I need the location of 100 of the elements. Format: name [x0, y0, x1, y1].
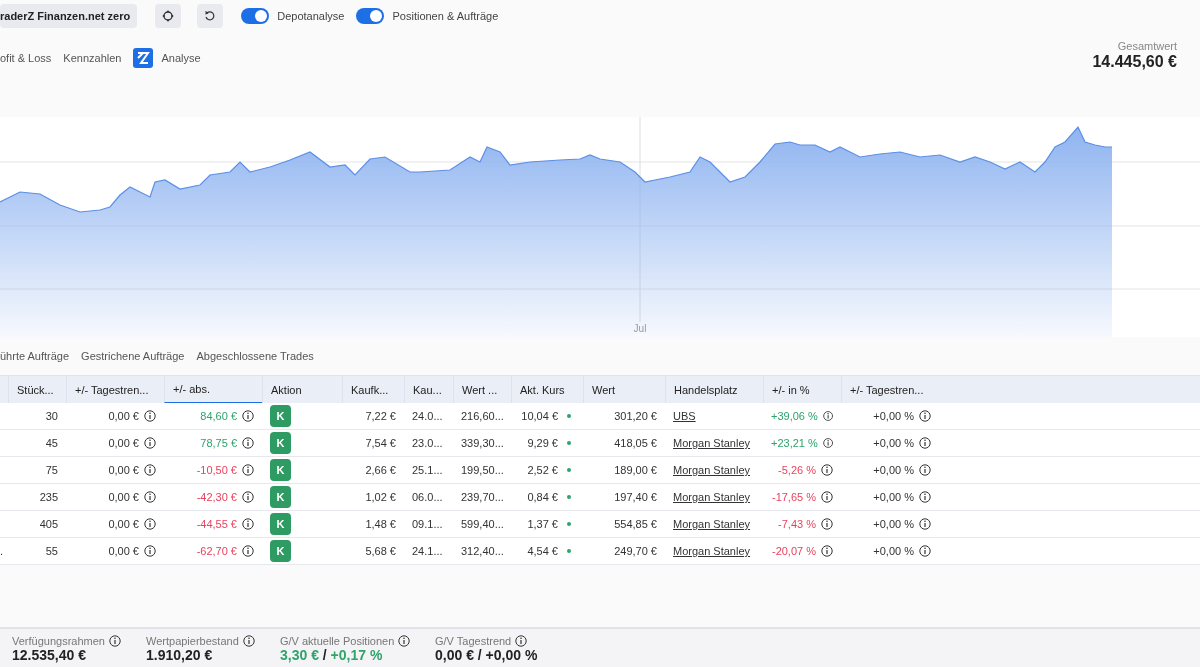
action-badge[interactable]: K: [270, 486, 291, 508]
info-icon[interactable]: [821, 464, 833, 476]
table-cell: 554,85 €: [614, 518, 657, 530]
info-icon[interactable]: [515, 635, 528, 647]
venue-link[interactable]: Morgan Stanley: [673, 437, 751, 449]
column-header[interactable]: Wert: [583, 376, 665, 403]
venue-link[interactable]: UBS: [673, 410, 696, 422]
info-icon[interactable]: [919, 545, 931, 557]
info-icon[interactable]: [919, 491, 931, 503]
action-badge[interactable]: K: [270, 432, 291, 454]
table-cell: 249,70 €: [614, 545, 657, 557]
toggle-label: Depotanalyse: [277, 10, 345, 22]
info-icon[interactable]: [242, 545, 254, 557]
live-dot-icon: [567, 414, 571, 418]
table-cell: 301,20 €: [614, 410, 657, 422]
info-icon[interactable]: [242, 635, 255, 647]
info-icon[interactable]: [919, 410, 931, 422]
table-cell: 45: [45, 437, 58, 449]
view-tab[interactable]: ofit & Loss: [0, 51, 52, 64]
info-icon[interactable]: [242, 491, 254, 503]
settings-button[interactable]: [155, 4, 182, 28]
info-icon[interactable]: [144, 518, 156, 530]
info-icon[interactable]: [821, 545, 833, 557]
summary-value: 1.910,20 €: [146, 647, 214, 663]
reload-icon: [204, 10, 217, 22]
column-header[interactable]: Aktion: [262, 376, 342, 403]
table-cell: -7,43 %: [778, 518, 816, 530]
table-cell: -17,65 %: [771, 491, 816, 503]
order-tab[interactable]: Gestrichene Aufträge: [81, 350, 185, 362]
column-header[interactable]: Akt. Kurs: [511, 376, 583, 403]
table-cell: 239,70...: [461, 491, 504, 503]
info-icon[interactable]: [822, 410, 833, 422]
table-cell: 0,00 €: [108, 518, 139, 530]
view-tab[interactable]: Kennzahlen: [63, 51, 122, 64]
column-header[interactable]: Kau...: [404, 376, 453, 403]
table-cell: 23.0...: [412, 437, 443, 449]
table-cell: 1,37 €: [527, 518, 558, 530]
venue-link[interactable]: Morgan Stanley: [673, 464, 751, 476]
table-cell: 0,00 €: [108, 545, 139, 557]
action-badge[interactable]: K: [270, 540, 291, 562]
view-tab[interactable]: Analyse: [161, 51, 201, 64]
action-badge[interactable]: K: [270, 513, 291, 535]
account-button[interactable]: raderZ Finanzen.net zero: [0, 4, 138, 28]
summary-value: 12.535,40 €: [12, 647, 87, 663]
column-header[interactable]: Handelsplatz: [665, 376, 763, 403]
action-badge[interactable]: K: [270, 459, 291, 481]
info-icon[interactable]: [242, 437, 254, 449]
table-cell: +0,00 %: [873, 464, 914, 476]
venue-link[interactable]: Morgan Stanley: [673, 545, 751, 557]
table-cell: -44,55 €: [196, 518, 237, 530]
info-icon[interactable]: [108, 635, 121, 647]
info-icon[interactable]: [242, 410, 254, 422]
column-header[interactable]: +/- Tagestren...: [841, 376, 939, 403]
info-icon[interactable]: [144, 545, 156, 557]
info-icon[interactable]: [821, 518, 833, 530]
column-header[interactable]: Stück...: [8, 376, 66, 403]
venue-link[interactable]: Morgan Stanley: [673, 491, 751, 503]
toggle-switch[interactable]: [241, 8, 270, 24]
toggle-label: Positionen & Aufträge: [392, 10, 499, 22]
reload-button[interactable]: [197, 4, 224, 28]
info-icon[interactable]: [144, 410, 156, 422]
table-cell: 4,54 €: [527, 545, 558, 557]
column-header[interactable]: Wert ...: [453, 376, 511, 403]
column-header[interactable]: +/- abs.: [164, 376, 262, 403]
info-icon[interactable]: [821, 491, 833, 503]
summary-label: Wertpapierbestand: [146, 635, 239, 647]
column-header[interactable]: +/- Tagestren...: [66, 376, 164, 403]
table-cell: 197,40 €: [614, 491, 657, 503]
table-cell: +0,00 %: [873, 491, 914, 503]
table-cell: +0,00 %: [873, 410, 914, 422]
info-icon[interactable]: [144, 437, 156, 449]
order-tab[interactable]: ührte Aufträge: [0, 350, 70, 362]
table-cell: 312,40...: [461, 545, 504, 557]
table-cell: 7,54 €: [365, 437, 396, 449]
action-badge[interactable]: K: [270, 405, 291, 427]
settings-icon: [162, 10, 175, 22]
column-header[interactable]: Kaufk...: [342, 376, 404, 403]
table-cell: 189,00 €: [614, 464, 657, 476]
info-icon[interactable]: [242, 518, 254, 530]
info-icon[interactable]: [144, 491, 156, 503]
total-value: 14.445,60 €: [1092, 53, 1177, 71]
venue-link[interactable]: Morgan Stanley: [673, 518, 751, 530]
table-cell: 0,00 €: [108, 464, 139, 476]
info-icon[interactable]: [919, 437, 931, 449]
table-cell: 0,00 €: [108, 410, 139, 422]
table-cell: 55: [45, 545, 58, 557]
table-cell: 405: [39, 518, 58, 530]
info-icon[interactable]: [398, 635, 411, 647]
table-cell: -42,30 €: [196, 491, 237, 503]
toggle-switch[interactable]: [356, 8, 385, 24]
info-icon[interactable]: [919, 464, 931, 476]
info-icon[interactable]: [822, 437, 833, 449]
summary-label: G/V Tagestrend: [435, 635, 512, 647]
column-header[interactable]: +/- in %: [763, 376, 841, 403]
info-icon[interactable]: [919, 518, 931, 530]
table-cell: 2,52 €: [527, 464, 558, 476]
info-icon[interactable]: [144, 464, 156, 476]
order-tab[interactable]: Abgeschlossene Trades: [196, 350, 314, 362]
table-cell: 24.0...: [412, 410, 443, 422]
info-icon[interactable]: [242, 464, 254, 476]
